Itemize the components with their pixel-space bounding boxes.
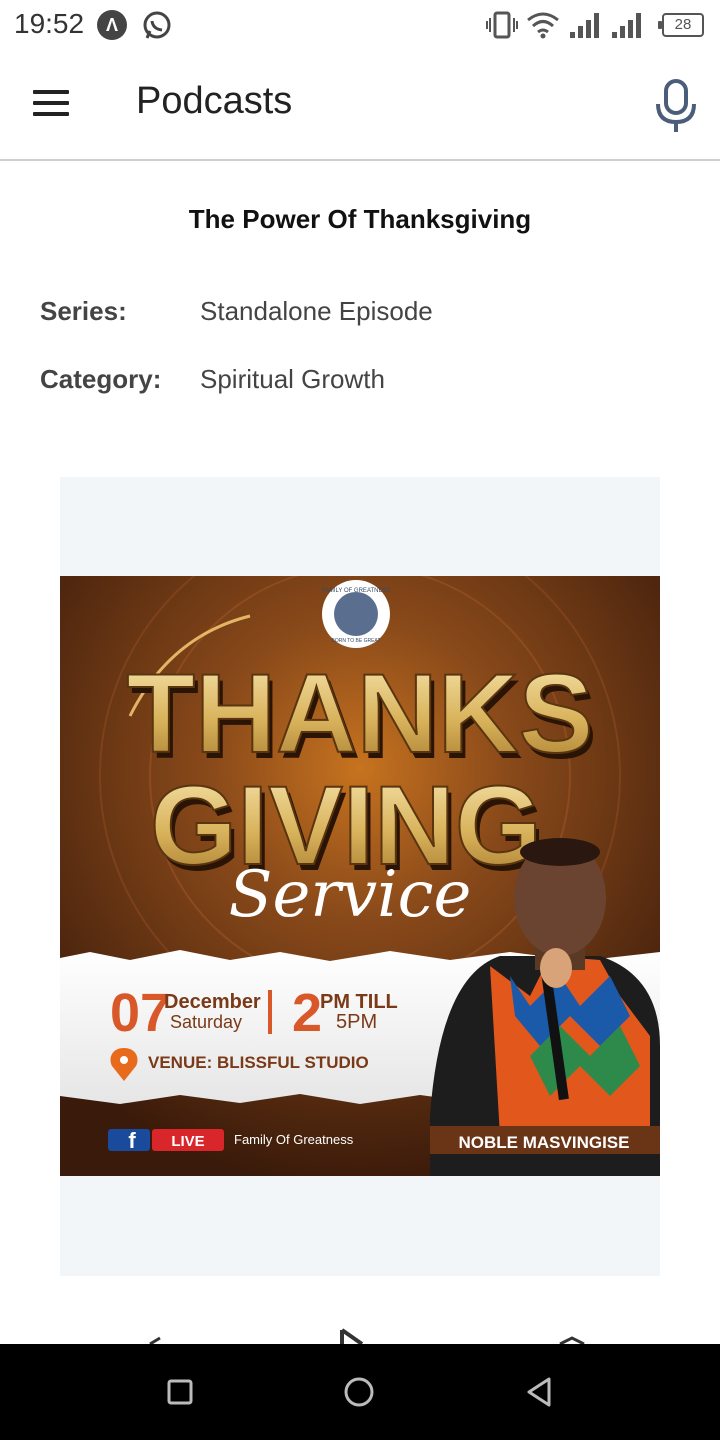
facebook-icon: f (128, 1128, 136, 1153)
play-icon[interactable] (340, 1328, 364, 1344)
wifi-icon (527, 12, 559, 39)
battery-icon: 28 (658, 13, 704, 37)
episode-artwork: FAMILY OF GREATNESS BORN TO BE GREAT THA… (60, 576, 660, 1176)
recent-apps-icon[interactable] (162, 1374, 198, 1410)
poster-speaker-name: NOBLE MASVINGISE (459, 1133, 630, 1152)
whatsapp-icon (143, 11, 171, 39)
signal-icon (612, 13, 641, 38)
category-label: Category: (40, 364, 162, 394)
poster-page-name: Family Of Greatness (234, 1132, 354, 1147)
logo-text-bottom: BORN TO BE GREAT (332, 638, 381, 644)
poster-time-text2: 5PM (336, 1011, 377, 1033)
page-title: Podcasts (136, 80, 293, 122)
facebook-live-badge: f LIVE (108, 1128, 224, 1153)
series-label: Series: (40, 296, 127, 326)
home-icon[interactable] (341, 1374, 377, 1410)
poster-day: 07 (110, 983, 170, 1043)
signal-icon (570, 13, 599, 38)
live-badge: LIVE (171, 1133, 204, 1150)
poster-time-text1: PM TILL (320, 991, 398, 1013)
vibrate-icon (486, 11, 518, 39)
system-nav-bar (0, 1344, 720, 1440)
back-icon[interactable] (521, 1374, 557, 1410)
church-logo: FAMILY OF GREATNESS BORN TO BE GREAT (321, 580, 391, 648)
hamburger-menu-icon[interactable] (33, 90, 71, 120)
poster-month: December (164, 991, 261, 1013)
player-controls-peek (0, 1320, 720, 1344)
poster-time-hour: 2 (292, 983, 322, 1043)
app-bar: Podcasts (0, 50, 720, 161)
status-time: 19:52 (14, 8, 85, 39)
logo-text-top: FAMILY OF GREATNESS (321, 588, 390, 594)
microphone-icon[interactable] (650, 78, 702, 134)
episode-title: The Power Of Thanksgiving (188, 204, 532, 234)
poster-headline-line1: THANKS (127, 651, 594, 776)
a-badge-icon: Λ (97, 10, 127, 40)
status-bar: 19:52 Λ 28 (0, 0, 720, 50)
category-value: Spiritual Growth (200, 364, 385, 394)
poster-script-word: Service (229, 858, 472, 932)
poster-weekday: Saturday (170, 1012, 242, 1032)
series-value: Standalone Episode (200, 296, 433, 326)
poster-venue: VENUE: BLISSFUL STUDIO (148, 1053, 369, 1072)
